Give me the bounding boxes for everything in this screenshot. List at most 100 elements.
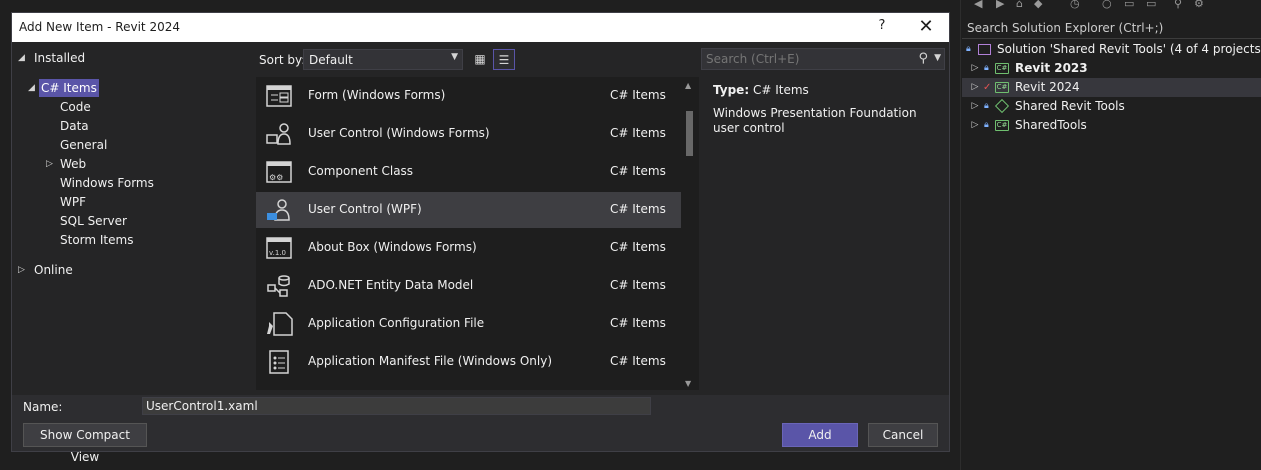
template-category: C# Items xyxy=(610,164,666,178)
search-icon[interactable]: ⚲ xyxy=(918,51,928,66)
solution-node[interactable]: 🔒︎ Solution 'Shared Revit Tools' (4 of 4… xyxy=(962,40,1261,59)
chevron-down-icon: ▼ xyxy=(451,52,458,62)
csharp-project-icon: C# xyxy=(995,120,1009,131)
tree-label: SQL Server xyxy=(60,214,127,228)
sync-icon[interactable]: ○ xyxy=(1102,0,1112,10)
type-value: C# Items xyxy=(752,83,809,97)
template-category: C# Items xyxy=(610,316,666,330)
details-type: Type: C# Items xyxy=(713,83,809,97)
tree-label: Data xyxy=(60,119,89,133)
csharp-project-icon: C# xyxy=(995,63,1009,74)
template-search-box[interactable]: ⚲ ▼ xyxy=(701,48,945,70)
user-control-icon xyxy=(266,122,294,146)
template-category: C# Items xyxy=(610,88,666,102)
collapse-icon[interactable]: ▭ xyxy=(1124,0,1134,10)
grid-view-icon: ▦ xyxy=(474,52,486,66)
sort-by-select[interactable]: Default ▼ xyxy=(303,49,463,70)
project-label: SharedTools xyxy=(1015,118,1087,132)
csharp-project-icon: C# xyxy=(995,82,1009,93)
details-pane: Type: C# Items Windows Presentation Foun… xyxy=(701,77,945,390)
tree-label: General xyxy=(60,138,108,152)
solution-explorer-tree: 🔒︎ Solution 'Shared Revit Tools' (4 of 4… xyxy=(962,40,1261,135)
name-input[interactable] xyxy=(142,397,651,415)
list-item[interactable]: User Control (Windows Forms) C# Items xyxy=(256,116,681,152)
tree-label: Windows Forms xyxy=(60,176,154,190)
solution-label: Solution 'Shared Revit Tools' (4 of 4 pr… xyxy=(997,42,1261,56)
wpf-user-control-icon xyxy=(266,198,294,222)
template-category: C# Items xyxy=(610,240,666,254)
chevron-down-icon[interactable]: ▼ xyxy=(934,53,941,63)
solution-explorer-search[interactable]: Search Solution Explorer (Ctrl+;) xyxy=(962,17,1261,39)
template-name: Application Manifest File (Windows Only) xyxy=(308,354,553,368)
add-button[interactable]: Add xyxy=(782,423,858,447)
about-box-icon: v.1.0 xyxy=(266,236,294,260)
settings-icon[interactable]: ⚙ xyxy=(1194,0,1204,10)
config-file-icon xyxy=(266,312,294,336)
history-icon[interactable]: ◷ xyxy=(1070,0,1080,10)
scroll-down-icon[interactable]: ▼ xyxy=(685,379,691,388)
list-item[interactable]: v.1.0 About Box (Windows Forms) C# Items xyxy=(256,230,681,266)
manifest-file-icon xyxy=(266,350,294,374)
copy-icon[interactable]: ▭ xyxy=(1146,0,1156,10)
expand-icon[interactable]: ▷ xyxy=(970,116,980,135)
scrollbar-thumb[interactable] xyxy=(686,111,693,156)
name-label: Name: xyxy=(23,400,63,414)
collapse-icon[interactable]: ◢ xyxy=(28,79,35,97)
list-item[interactable]: Application Manifest File (Windows Only)… xyxy=(256,344,681,380)
tree-label: Code xyxy=(60,100,91,114)
panel-divider xyxy=(960,0,961,470)
list-item[interactable]: ADO.NET Entity Data Model C# Items xyxy=(256,268,681,304)
forward-icon[interactable]: ▶ xyxy=(996,0,1004,10)
sort-by-value: Default xyxy=(309,53,353,67)
expand-icon[interactable]: ▷ xyxy=(46,155,53,173)
properties-icon[interactable]: ⚲ xyxy=(1174,0,1182,10)
list-view-icon: ☰ xyxy=(498,53,510,67)
grid-view-button[interactable]: ▦ xyxy=(469,49,491,70)
close-icon[interactable]: ✕ xyxy=(914,16,938,38)
dialog-footer: Name: Show Compact View Add Cancel xyxy=(12,395,949,464)
collapse-icon[interactable]: ◢ xyxy=(18,49,25,67)
switch-views-icon[interactable]: ◆ xyxy=(1034,0,1042,10)
template-name: Application Configuration File xyxy=(308,316,485,330)
template-name: About Box (Windows Forms) xyxy=(308,240,477,254)
scroll-up-icon[interactable]: ▲ xyxy=(685,81,691,90)
category-tree: ◢ Installed ◢ C# Items Code Data General… xyxy=(12,43,254,395)
list-view-button[interactable]: ☰ xyxy=(493,49,515,70)
expand-icon[interactable]: ▷ xyxy=(970,78,980,97)
shared-project-icon xyxy=(994,98,1010,114)
lock-icon: 🔒︎ xyxy=(984,101,989,111)
type-label: Type: xyxy=(713,83,750,97)
entity-model-icon xyxy=(266,274,294,298)
cancel-button[interactable]: Cancel xyxy=(868,423,938,447)
list-item[interactable]: Form (Windows Forms) C# Items xyxy=(256,78,681,114)
list-item[interactable]: Application Configuration File C# Items xyxy=(256,306,681,342)
template-category: C# Items xyxy=(610,354,666,368)
list-item[interactable]: User Control (WPF) C# Items xyxy=(256,192,681,228)
project-node-shared-revit-tools[interactable]: ▷ 🔒︎ Shared Revit Tools xyxy=(962,97,1261,116)
tree-label: C# Items xyxy=(39,79,99,97)
home-icon[interactable]: ⌂ xyxy=(1016,0,1023,10)
project-node-sharedtools[interactable]: ▷ 🔒︎ C# SharedTools xyxy=(962,116,1261,135)
list-item[interactable]: ⚙⚙ Component Class C# Items xyxy=(256,154,681,190)
project-node-revit-2023[interactable]: ▷ 🔒︎ C# Revit 2023 xyxy=(962,59,1261,78)
help-icon[interactable]: ? xyxy=(872,18,892,38)
svg-text:v.1.0: v.1.0 xyxy=(269,249,286,257)
component-icon: ⚙⚙ xyxy=(266,160,294,184)
lock-icon: 🔒︎ xyxy=(966,44,971,54)
solution-icon xyxy=(978,44,991,55)
expand-icon[interactable]: ▷ xyxy=(970,59,980,78)
sort-by-label: Sort by: xyxy=(259,53,306,67)
show-compact-view-button[interactable]: Show Compact View xyxy=(23,423,147,464)
tree-label: Online xyxy=(34,263,73,277)
expand-icon[interactable]: ▷ xyxy=(18,261,25,279)
expand-icon[interactable]: ▷ xyxy=(970,97,980,116)
template-list-scrollbar[interactable]: ▲ ▼ xyxy=(681,77,699,390)
back-icon[interactable]: ◀ xyxy=(974,0,982,10)
template-name: Component Class xyxy=(308,164,414,178)
project-node-revit-2024[interactable]: ▷ ✓ C# Revit 2024 xyxy=(962,78,1261,97)
template-name: Form (Windows Forms) xyxy=(308,88,446,102)
tree-label: WPF xyxy=(60,195,87,209)
checkmark-icon: ✓ xyxy=(983,82,992,93)
template-search-input[interactable] xyxy=(706,51,906,67)
details-description: Windows Presentation Foundation user con… xyxy=(713,106,917,135)
